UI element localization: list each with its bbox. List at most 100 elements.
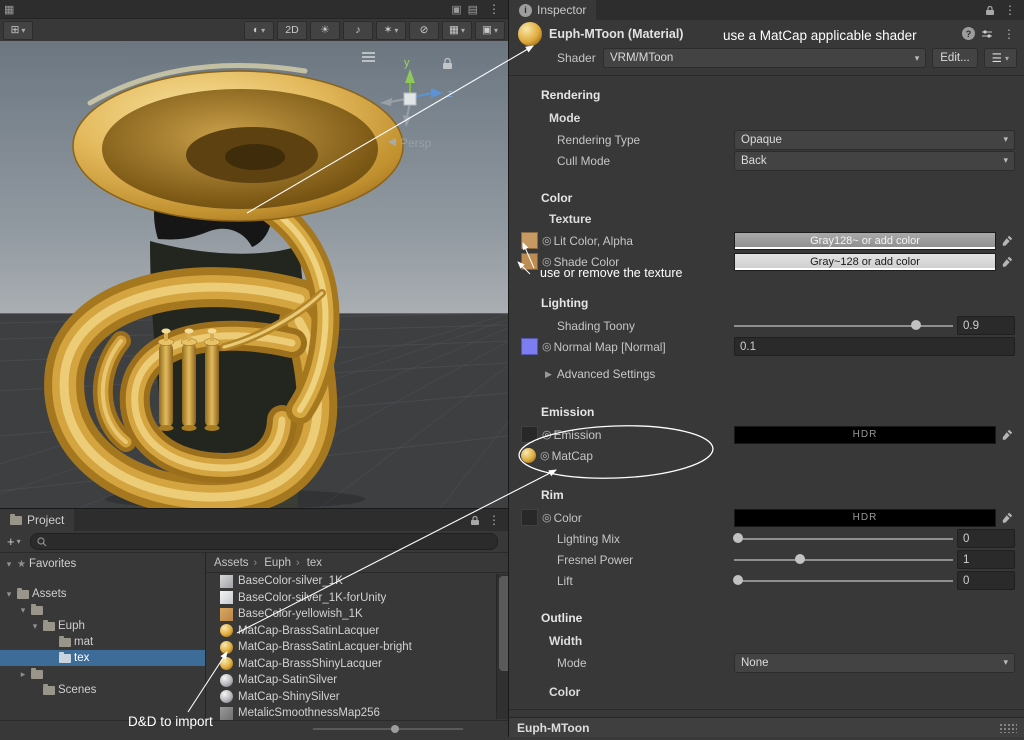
breadcrumb-item[interactable]: tex [307, 557, 322, 569]
project-menu-icon[interactable]: ⋮ [484, 514, 504, 526]
emission-hdr-field[interactable]: HDR [734, 426, 996, 444]
scene-audio-toggle[interactable]: ♪ [343, 21, 373, 40]
shade-texture-thumbnail[interactable] [521, 253, 538, 270]
eyedropper-icon[interactable] [1000, 427, 1015, 442]
scene-tab-menu-icon[interactable]: ⋮ [484, 3, 504, 15]
presets-icon[interactable] [981, 29, 993, 39]
object-picker-icon[interactable] [542, 340, 552, 353]
cull-mode-dropdown[interactable]: Back [734, 151, 1015, 171]
edit-shader-button[interactable]: Edit... [932, 48, 977, 68]
fresnel-power-value[interactable]: 1 [957, 550, 1015, 569]
shader-options-button[interactable]: ☰▾ [984, 48, 1017, 68]
foldout-arrow-icon[interactable]: ▾ [4, 559, 14, 570]
lock-icon[interactable] [470, 515, 480, 526]
lift-slider[interactable] [734, 572, 953, 589]
slider-knob[interactable] [733, 575, 743, 585]
project-search-input[interactable] [30, 533, 498, 550]
object-picker-icon[interactable] [542, 511, 552, 524]
drag-handle-icon[interactable] [999, 723, 1017, 733]
asset-row[interactable]: MatCap-BrassSatinLacquer [206, 623, 497, 640]
gizmos-dropdown[interactable]: ▣▾ [475, 21, 505, 40]
help-icon[interactable]: ? [962, 27, 975, 40]
section-emission: Emission [541, 405, 1024, 420]
object-picker-icon[interactable] [540, 449, 550, 462]
matcap-texture-thumbnail[interactable] [521, 448, 536, 463]
tree-gap [0, 572, 205, 586]
asset-row[interactable]: MatCap-BrassSatinLacquer-bright [206, 639, 497, 656]
slider-knob[interactable] [911, 320, 921, 330]
lighting-mix-value[interactable]: 0 [957, 529, 1015, 548]
lift-value[interactable]: 0 [957, 571, 1015, 590]
tab-inspector[interactable]: i Inspector [509, 0, 596, 20]
material-preview-bar[interactable]: Euph-MToon [509, 717, 1024, 737]
object-picker-icon[interactable] [542, 255, 552, 268]
scene-lighting-toggle[interactable]: ☀ [310, 21, 340, 40]
breadcrumb-item[interactable]: Assets [214, 557, 262, 569]
hidden-objects-toggle[interactable]: ⊘ [409, 21, 439, 40]
breadcrumb-item[interactable]: Euph [264, 557, 305, 569]
fresnel-power-slider[interactable] [734, 551, 953, 568]
2d-toggle[interactable]: 2D [277, 21, 307, 40]
tab-project[interactable]: Project [0, 509, 74, 531]
tree-item-folder[interactable]: ▸ [0, 666, 205, 682]
effects-dropdown[interactable]: ✶▾ [376, 21, 406, 40]
tree-item-tex[interactable]: tex [0, 650, 205, 666]
emission-texture-slot[interactable] [521, 426, 538, 443]
slider-knob[interactable] [391, 725, 399, 733]
lock-icon[interactable] [985, 5, 995, 16]
grid-visibility-dropdown[interactable]: ▦▾ [442, 21, 472, 40]
normal-map-strength-field[interactable]: 0.1 [734, 337, 1015, 356]
normal-map-thumbnail[interactable] [521, 338, 538, 355]
foldout-arrow-icon[interactable]: ▸ [18, 669, 28, 680]
shading-toony-slider[interactable] [734, 317, 953, 334]
asset-row[interactable]: BaseColor-silver_1K [206, 573, 497, 590]
foldout-arrow-icon[interactable]: ▾ [4, 589, 14, 600]
asset-row[interactable]: MetalicSmoothnessMap256 [206, 705, 497, 721]
tree-item-favorites[interactable]: ▾ ★ Favorites [0, 556, 205, 572]
cull-mode-label: Cull Mode [557, 154, 734, 168]
shader-dropdown[interactable]: VRM/MToon [603, 48, 926, 68]
asset-row[interactable]: MatCap-BrassShinyLacquer [206, 656, 497, 673]
tree-item-folder[interactable]: ▾ [0, 602, 205, 618]
lit-texture-thumbnail[interactable] [521, 232, 538, 249]
asset-row[interactable]: BaseColor-silver_1K-forUnity [206, 590, 497, 607]
asset-row[interactable]: MatCap-SatinSilver [206, 672, 497, 689]
eyedropper-icon[interactable] [1000, 510, 1015, 525]
shading-mode-dropdown[interactable]: ◐▾ [244, 21, 274, 40]
inspector-menu-icon[interactable]: ⋮ [1000, 4, 1020, 16]
slider-knob[interactable] [795, 554, 805, 564]
rim-hdr-field[interactable]: HDR [734, 509, 996, 527]
asset-name: MatCap-BrassShinyLacquer [238, 658, 382, 670]
shade-color-field[interactable]: Gray~128 or add color [734, 253, 996, 271]
tree-item-euph[interactable]: ▾ Euph [0, 618, 205, 634]
foldout-arrow-icon[interactable]: ▾ [18, 605, 28, 616]
rendering-type-dropdown[interactable]: Opaque [734, 130, 1015, 150]
vertical-scrollbar[interactable] [496, 574, 508, 719]
tree-item-mat[interactable]: mat [0, 634, 205, 650]
foldout-arrow-icon[interactable]: ▾ [30, 621, 40, 632]
object-picker-icon[interactable] [542, 428, 552, 441]
advanced-settings-foldout[interactable]: ▶ Advanced Settings [545, 365, 1024, 383]
pane-layout-icon[interactable]: ▦ [4, 3, 14, 16]
eyedropper-icon[interactable] [1000, 254, 1015, 269]
tool-menu-button[interactable]: ⊞▾ [3, 21, 33, 40]
slider-knob[interactable] [733, 533, 743, 543]
asset-row[interactable]: MatCap-ShinySilver [206, 689, 497, 706]
tree-item-assets[interactable]: ▾ Assets [0, 586, 205, 602]
lighting-mix-slider[interactable] [734, 530, 953, 547]
dock-icon[interactable]: ▣ [451, 3, 461, 16]
shading-toony-value[interactable]: 0.9 [957, 316, 1015, 335]
list-icon[interactable]: ▤ [468, 3, 478, 16]
object-picker-icon[interactable] [542, 234, 552, 247]
add-asset-button[interactable]: + ▾ [4, 534, 24, 549]
scene-view[interactable]: y z Persp [0, 41, 508, 508]
rim-texture-slot[interactable] [521, 509, 538, 526]
thumbnail-size-slider[interactable] [313, 728, 463, 730]
tree-item-scenes[interactable]: Scenes [0, 682, 205, 698]
eyedropper-icon[interactable] [1000, 233, 1015, 248]
outline-mode-dropdown[interactable]: None [734, 653, 1015, 673]
asset-row[interactable]: BaseColor-yellowish_1K [206, 606, 497, 623]
scene-viewport[interactable]: y z Persp [0, 41, 508, 508]
lit-color-field[interactable]: Gray128~ or add color [734, 232, 996, 250]
material-menu-icon[interactable]: ⋮ [999, 28, 1019, 40]
